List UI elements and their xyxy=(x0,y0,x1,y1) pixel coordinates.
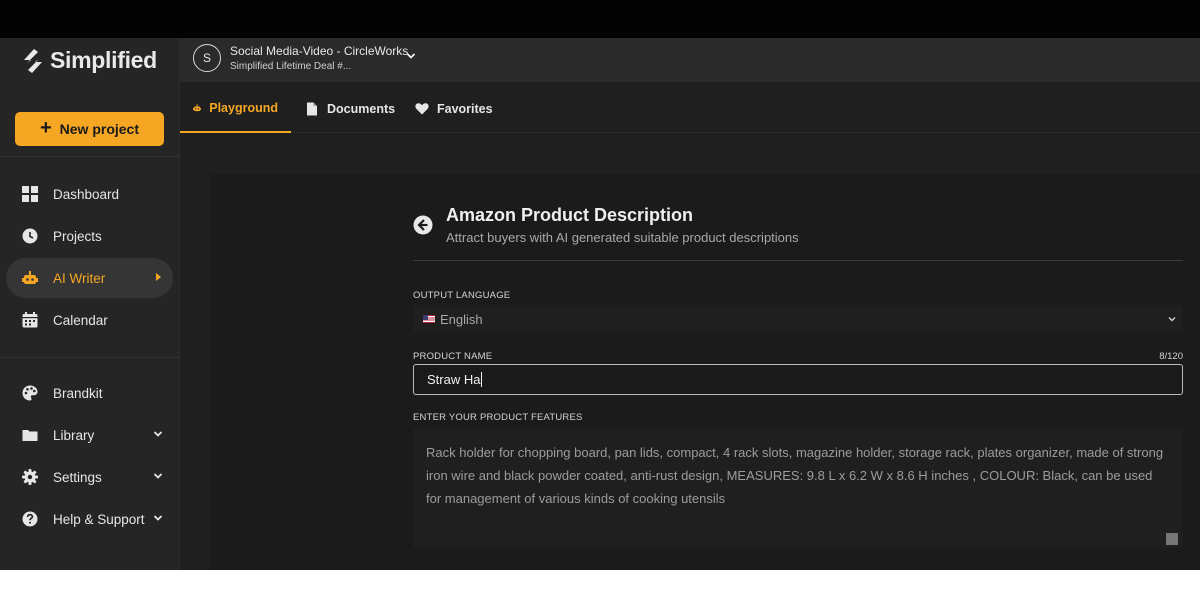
new-project-label: New project xyxy=(59,121,140,137)
page-subtitle: Attract buyers with AI generated suitabl… xyxy=(446,230,799,245)
simplified-logo-icon xyxy=(24,48,42,73)
product-name-label: PRODUCT NAME xyxy=(413,351,493,362)
divider xyxy=(413,260,1183,261)
output-language-label: OUTPUT LANGUAGE xyxy=(413,290,511,301)
sidebar-item-label: Brandkit xyxy=(53,385,103,401)
page-title: Amazon Product Description xyxy=(446,205,694,225)
sidebar-item-label: Calendar xyxy=(53,312,108,328)
palette-icon xyxy=(22,385,38,401)
back-arrow-icon[interactable] xyxy=(413,215,433,235)
app-window: Simplified + New project Dashboard Proje… xyxy=(0,38,1200,570)
workspace-avatar[interactable]: S xyxy=(193,44,221,72)
sidebar-divider xyxy=(0,156,180,157)
text-caret xyxy=(481,372,483,387)
sidebar-item-dashboard[interactable]: Dashboard xyxy=(6,174,173,214)
product-name-input[interactable]: Straw Ha xyxy=(413,364,1183,395)
sidebar-item-ai-writer[interactable]: AI Writer xyxy=(6,258,173,298)
sidebar-item-label: Library xyxy=(53,427,95,443)
brand-name: Simplified xyxy=(50,47,157,73)
product-features-value: Rack holder for chopping board, pan lids… xyxy=(426,445,1164,506)
sidebar: Simplified + New project Dashboard Proje… xyxy=(0,38,180,570)
chevron-down-icon xyxy=(153,473,163,479)
heart-icon xyxy=(415,102,429,114)
sidebar-item-label: Projects xyxy=(53,228,102,244)
tab-label: Favorites xyxy=(437,101,493,116)
sidebar-item-library[interactable]: Library xyxy=(6,415,173,455)
robot-icon xyxy=(193,103,202,111)
resize-handle[interactable] xyxy=(1166,533,1178,545)
sidebar-item-label: Dashboard xyxy=(53,186,120,202)
tab-documents[interactable]: Documents xyxy=(305,84,395,133)
calendar-icon xyxy=(22,312,38,328)
sidebar-item-label: AI Writer xyxy=(53,270,106,286)
us-flag-icon xyxy=(423,315,435,323)
sidebar-divider xyxy=(0,357,180,358)
sidebar-item-calendar[interactable]: Calendar xyxy=(6,300,173,340)
product-name-value: Straw Ha xyxy=(427,372,481,387)
sidebar-item-settings[interactable]: Settings xyxy=(6,457,173,497)
clock-icon xyxy=(22,228,38,244)
chevron-down-icon xyxy=(153,515,163,521)
plus-icon: + xyxy=(39,117,52,139)
dashboard-icon xyxy=(22,186,38,202)
page-bottom-margin xyxy=(0,570,1200,600)
workspace-subtitle: Simplified Lifetime Deal #... xyxy=(230,61,352,72)
character-counter: 8/120 xyxy=(1159,351,1183,362)
sidebar-item-projects[interactable]: Projects xyxy=(6,216,173,256)
brand-logo[interactable]: Simplified xyxy=(22,47,157,74)
help-icon xyxy=(22,511,38,527)
workspace-header: S Social Media-Video - CircleWorks Simpl… xyxy=(180,38,1200,83)
robot-icon xyxy=(22,270,38,286)
workspace-name[interactable]: Social Media-Video - CircleWorks xyxy=(230,44,408,58)
window-top-bar xyxy=(0,0,1200,38)
document-icon xyxy=(307,102,317,115)
sidebar-item-label: Help & Support xyxy=(53,511,145,527)
folder-icon xyxy=(22,427,38,443)
output-language-select[interactable]: English xyxy=(413,305,1183,333)
tab-favorites[interactable]: Favorites xyxy=(415,84,493,133)
product-features-textarea[interactable]: Rack holder for chopping board, pan lids… xyxy=(413,428,1183,548)
content-panel: Amazon Product Description Attract buyer… xyxy=(210,174,1200,570)
tab-bar: Playground Documents Favorites xyxy=(180,84,1200,133)
new-project-button[interactable]: + New project xyxy=(15,112,164,146)
tab-label: Documents xyxy=(327,101,396,116)
product-features-label: ENTER YOUR PRODUCT FEATURES xyxy=(413,412,583,423)
sidebar-item-label: Settings xyxy=(53,469,102,485)
chevron-down-icon xyxy=(153,431,163,437)
sidebar-item-brandkit[interactable]: Brandkit xyxy=(6,373,173,413)
sidebar-item-help-support[interactable]: Help & Support xyxy=(6,499,173,539)
tab-playground[interactable]: Playground xyxy=(180,84,291,133)
output-language-value: English xyxy=(440,311,483,327)
tab-label: Playground xyxy=(209,100,278,115)
caret-right-icon xyxy=(156,273,161,281)
chevron-down-icon xyxy=(1168,317,1176,322)
chevron-down-icon[interactable] xyxy=(406,51,416,61)
gear-icon xyxy=(22,469,38,485)
